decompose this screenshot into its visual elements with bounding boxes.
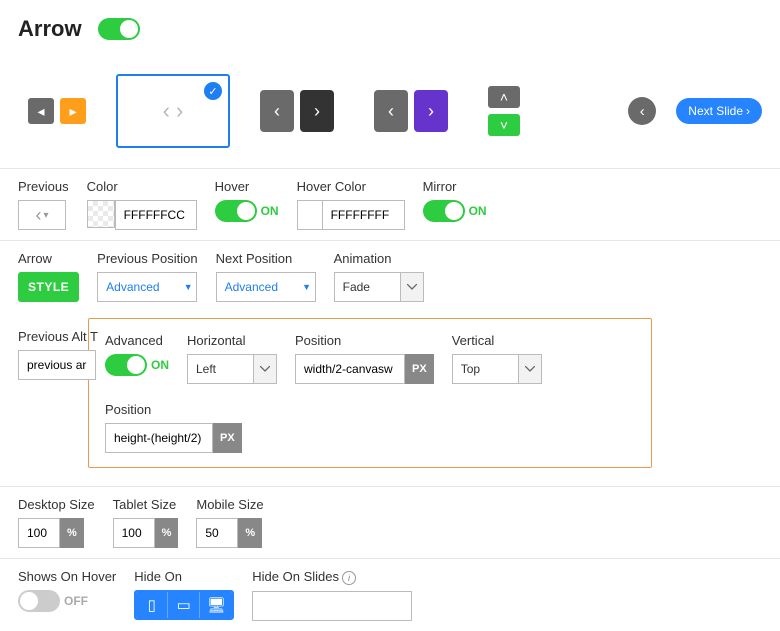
hide-on-slides-input[interactable] bbox=[252, 591, 412, 621]
hover-toggle[interactable] bbox=[215, 200, 257, 222]
style-option-4[interactable]: ‹ › bbox=[364, 86, 458, 136]
hover-label: Hover bbox=[215, 179, 279, 194]
chevron-right-icon: › bbox=[176, 98, 183, 124]
position-h-input[interactable] bbox=[295, 354, 405, 384]
tablet-icon[interactable]: ▭ bbox=[168, 592, 200, 618]
hover-color-input[interactable] bbox=[323, 200, 405, 230]
mobile-icon[interactable]: ▯ bbox=[136, 592, 168, 618]
advanced-position-panel: Advanced ON Horizontal Left Position PX … bbox=[88, 318, 652, 468]
shows-on-hover-label: Shows On Hover bbox=[18, 569, 116, 584]
mobile-size-input[interactable] bbox=[196, 518, 238, 548]
chevron-left-icon: ‹ bbox=[374, 90, 408, 132]
tablet-size-input[interactable] bbox=[113, 518, 155, 548]
hide-on-label: Hide On bbox=[134, 569, 234, 584]
position-v-input[interactable] bbox=[105, 423, 213, 453]
chevron-up-icon: ˄ bbox=[488, 86, 520, 108]
desktop-size-label: Desktop Size bbox=[18, 497, 95, 512]
position-h-label: Position bbox=[295, 333, 434, 348]
desktop-icon[interactable]: 🖥 bbox=[200, 592, 232, 618]
color-swatch[interactable] bbox=[87, 200, 115, 228]
horizontal-dropdown[interactable]: Left bbox=[187, 354, 277, 384]
style-option-3[interactable]: ‹ › bbox=[250, 86, 344, 136]
adv-label: Advanced bbox=[105, 333, 169, 348]
position-v-label: Position bbox=[105, 402, 242, 417]
arrow-style-gallery: ◂ ▸ ✓ ‹ › ‹ › ‹ › ˄ ˅ ‹ Next Slide › bbox=[0, 56, 780, 169]
hide-on-slides-label: Hide On Slidesi bbox=[252, 569, 412, 585]
mirror-label: Mirror bbox=[423, 179, 487, 194]
chevron-right-icon: › bbox=[300, 90, 334, 132]
next-position-label: Next Position bbox=[216, 251, 316, 266]
chevron-left-icon: ‹ bbox=[163, 98, 170, 124]
px-unit: PX bbox=[213, 423, 242, 453]
check-icon: ✓ bbox=[204, 82, 222, 100]
chevron-left-icon: ‹ bbox=[260, 90, 294, 132]
chevron-right-icon: › bbox=[414, 90, 448, 132]
prev-position-dropdown[interactable]: Advanced bbox=[97, 272, 197, 302]
mirror-toggle[interactable] bbox=[423, 200, 465, 222]
desktop-size-input[interactable] bbox=[18, 518, 60, 548]
animation-dropdown[interactable]: Fade bbox=[334, 272, 424, 302]
shows-on-hover-toggle[interactable] bbox=[18, 590, 60, 612]
percent-unit: % bbox=[238, 518, 262, 548]
arrow-right-icon: ▸ bbox=[60, 98, 86, 124]
style-option-5[interactable]: ˄ ˅ bbox=[478, 86, 530, 136]
animation-label: Animation bbox=[334, 251, 424, 266]
mobile-size-label: Mobile Size bbox=[196, 497, 263, 512]
previous-selector[interactable]: ‹▾ bbox=[18, 200, 66, 230]
prev-circle-icon[interactable]: ‹ bbox=[628, 97, 656, 125]
hover-color-swatch[interactable] bbox=[297, 200, 323, 230]
previous-label: Previous bbox=[18, 179, 69, 194]
prev-position-label: Previous Position bbox=[97, 251, 197, 266]
hover-color-label: Hover Color bbox=[297, 179, 405, 194]
percent-unit: % bbox=[60, 518, 84, 548]
px-unit: PX bbox=[405, 354, 434, 384]
vertical-dropdown[interactable]: Top bbox=[452, 354, 542, 384]
prev-alt-label: Previous Alt T bbox=[18, 329, 98, 344]
next-position-dropdown[interactable]: Advanced bbox=[216, 272, 316, 302]
mirror-state: ON bbox=[469, 204, 487, 218]
chevron-down-icon: ˅ bbox=[488, 114, 520, 136]
info-icon[interactable]: i bbox=[342, 571, 356, 585]
adv-state: ON bbox=[151, 358, 169, 372]
arrow-toggle[interactable] bbox=[98, 18, 140, 40]
color-input[interactable] bbox=[115, 200, 197, 230]
shows-on-hover-state: OFF bbox=[64, 594, 88, 608]
arrow-left-icon: ◂ bbox=[28, 98, 54, 124]
vertical-label: Vertical bbox=[452, 333, 542, 348]
advanced-toggle[interactable] bbox=[105, 354, 147, 376]
next-slide-button[interactable]: Next Slide › bbox=[676, 98, 762, 124]
tablet-size-label: Tablet Size bbox=[113, 497, 179, 512]
page-title: Arrow bbox=[18, 16, 82, 42]
hide-on-device-segments[interactable]: ▯ ▭ 🖥 bbox=[134, 590, 234, 620]
hover-state: ON bbox=[261, 204, 279, 218]
style-option-1[interactable]: ◂ ▸ bbox=[18, 86, 96, 136]
color-label: Color bbox=[87, 179, 197, 194]
style-option-2-selected[interactable]: ✓ ‹ › bbox=[116, 74, 230, 148]
arrow-label: Arrow bbox=[18, 251, 79, 266]
percent-unit: % bbox=[155, 518, 179, 548]
prev-alt-input[interactable] bbox=[18, 350, 96, 380]
style-button[interactable]: STYLE bbox=[18, 272, 79, 302]
horizontal-label: Horizontal bbox=[187, 333, 277, 348]
